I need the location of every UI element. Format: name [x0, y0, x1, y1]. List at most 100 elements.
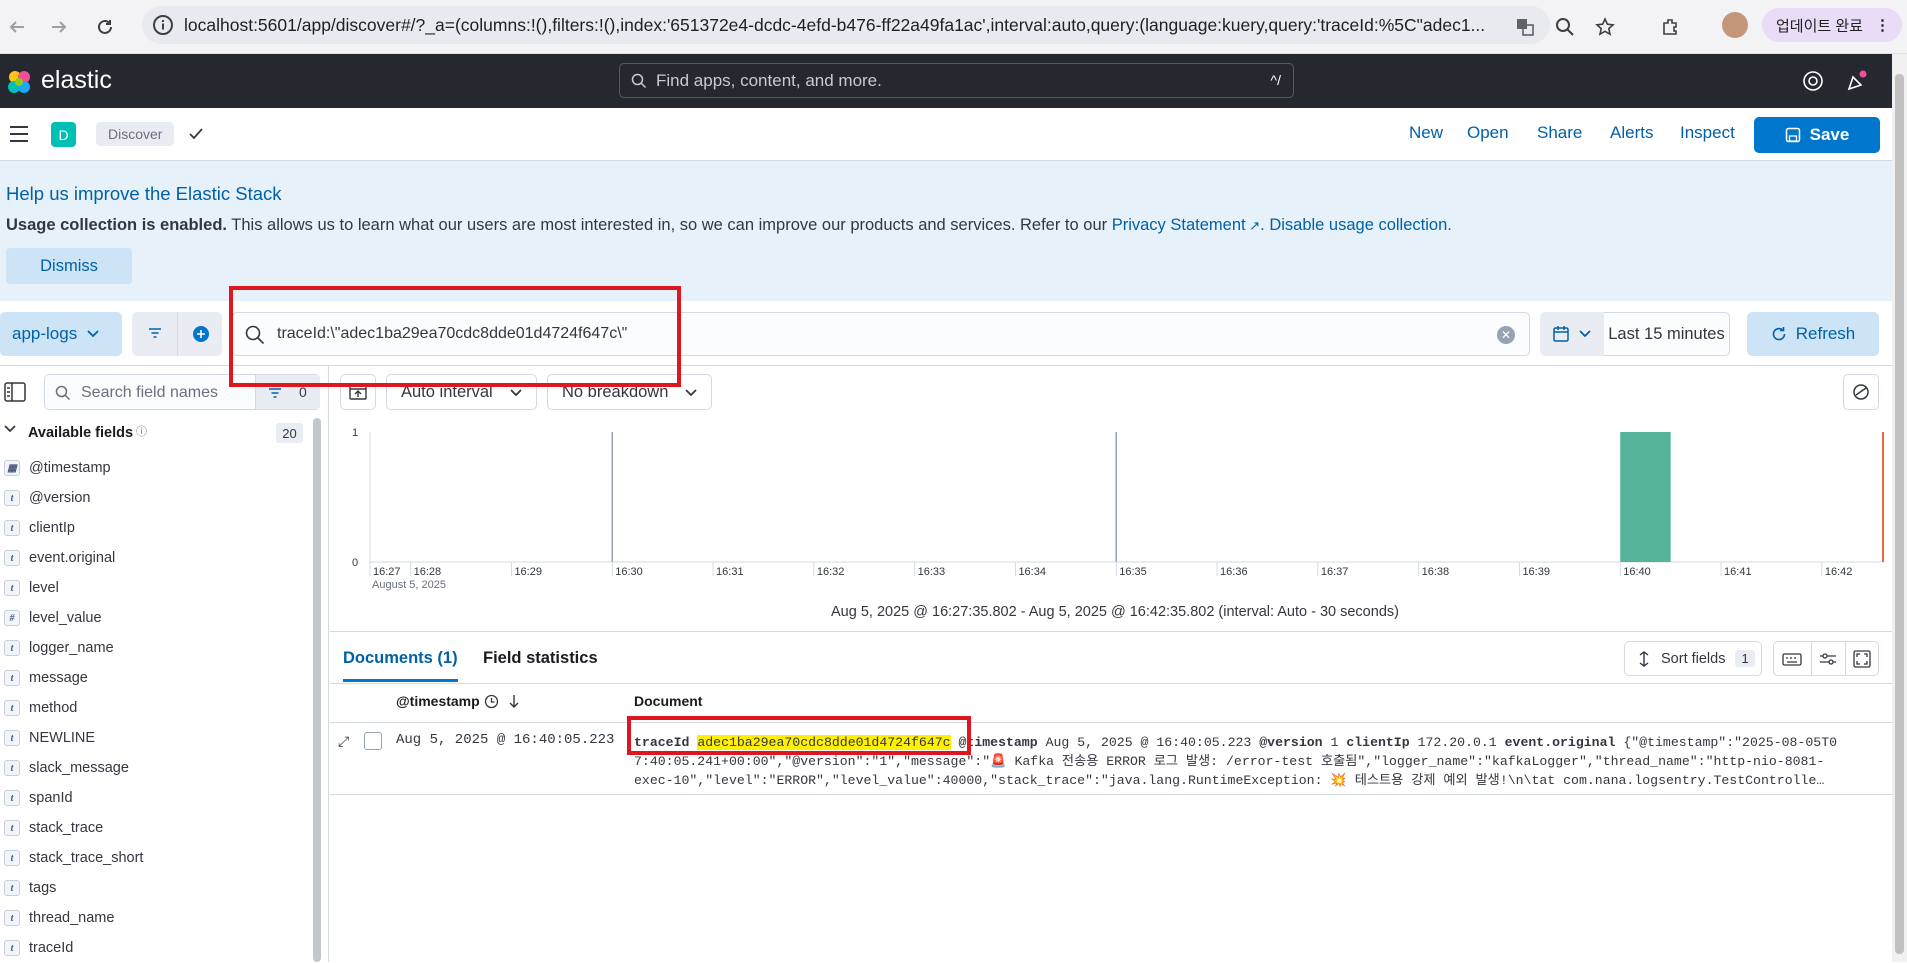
help-icon[interactable]: [1802, 70, 1824, 92]
news-feed-icon[interactable]: [1845, 69, 1869, 93]
text-field-icon: t: [4, 940, 20, 956]
share-link[interactable]: Share: [1537, 123, 1582, 143]
row-checkbox[interactable]: [364, 732, 382, 750]
address-bar[interactable]: localhost:5601/app/discover#/?_a=(column…: [142, 6, 1550, 44]
column-header-timestamp[interactable]: @timestamp: [396, 693, 480, 709]
available-fields-count: 20: [276, 423, 303, 443]
inspect-link[interactable]: Inspect: [1680, 123, 1735, 143]
disable-usage-link[interactable]: Disable usage collection.: [1269, 216, 1452, 234]
x-tick-label: 16:30: [615, 566, 643, 578]
display-options-icon[interactable]: [1818, 650, 1838, 668]
menu-hamburger-icon[interactable]: [9, 125, 29, 143]
update-button[interactable]: 업데이트 완료 ⋮: [1762, 8, 1902, 42]
refresh-button[interactable]: Refresh: [1747, 312, 1879, 356]
external-link-icon: ↗: [1245, 218, 1261, 233]
tab-field-statistics[interactable]: Field statistics: [483, 646, 598, 682]
global-search-placeholder: Find apps, content, and more.: [656, 70, 882, 90]
global-search-input[interactable]: Find apps, content, and more. ^/: [619, 63, 1294, 98]
field-item[interactable]: t message: [0, 663, 310, 693]
field-item[interactable]: t event.original: [0, 543, 310, 573]
field-item[interactable]: t traceId: [0, 933, 310, 963]
doc-key-event-original: event.original: [1504, 735, 1616, 750]
space-avatar[interactable]: D: [51, 122, 76, 147]
new-link[interactable]: New: [1409, 123, 1443, 143]
breadcrumb-discover[interactable]: Discover: [96, 122, 175, 146]
profile-avatar[interactable]: [1722, 12, 1748, 38]
annotation-traceid-box: [627, 716, 971, 755]
field-item[interactable]: t method: [0, 693, 310, 723]
zoom-icon[interactable]: [1550, 12, 1580, 42]
reload-icon[interactable]: [90, 12, 120, 42]
date-quick-menu[interactable]: [1540, 312, 1604, 356]
elastic-logo-icon[interactable]: [6, 69, 32, 95]
field-name: traceId: [29, 940, 74, 956]
sort-icon: [1637, 651, 1651, 667]
keyboard-icon[interactable]: [1782, 650, 1802, 668]
field-item[interactable]: t stack_trace: [0, 813, 310, 843]
toggle-sidebar-icon[interactable]: [4, 382, 26, 402]
histogram-chart[interactable]: 1 0 16:27 16:28 16:29 16:30 16:31 16:32 16:33 16:…: [340, 422, 1892, 594]
time-range-picker[interactable]: Last 15 minutes: [1604, 312, 1730, 356]
x-tick-label: 16:42: [1825, 566, 1853, 578]
field-item[interactable]: t thread_name: [0, 903, 310, 933]
forward-icon[interactable]: [44, 12, 74, 42]
y-tick-label: 1: [352, 427, 358, 439]
open-link[interactable]: Open: [1467, 123, 1509, 143]
expand-row-icon[interactable]: ⤢: [338, 733, 349, 750]
page-scrollbar-thumb[interactable]: [1895, 74, 1904, 954]
field-name: level: [29, 580, 59, 596]
field-item[interactable]: t @version: [0, 483, 310, 513]
chevron-down-icon[interactable]: [4, 425, 16, 433]
field-item[interactable]: t spanId: [0, 783, 310, 813]
available-fields-title[interactable]: Available fields: [28, 425, 133, 441]
clear-query-icon[interactable]: ✕: [1497, 326, 1515, 344]
sidebar-scrollbar[interactable]: [313, 418, 321, 962]
field-item[interactable]: # level_value: [0, 603, 310, 633]
filter-icon[interactable]: [148, 327, 162, 339]
info-icon[interactable]: ⓘ: [136, 423, 147, 439]
data-view-picker[interactable]: app-logs: [0, 312, 122, 356]
field-item[interactable]: t slack_message: [0, 753, 310, 783]
fullscreen-icon[interactable]: [1852, 649, 1872, 669]
field-name: stack_trace: [29, 820, 104, 836]
dismiss-button[interactable]: Dismiss: [6, 248, 132, 284]
chevron-down-icon: [510, 389, 522, 397]
chart-options-icon[interactable]: [1843, 374, 1879, 410]
table-row[interactable]: ⤢ Aug 5, 2025 @ 16:40:05.223 traceId ade…: [330, 723, 1892, 795]
browser-toolbar: localhost:5601/app/discover#/?_a=(column…: [0, 0, 1907, 54]
sort-fields-count: 1: [1735, 650, 1755, 667]
privacy-statement-link[interactable]: Privacy Statement: [1112, 216, 1246, 234]
x-tick-label: 16:28: [414, 566, 442, 578]
callout-body: Usage collection is enabled. This allows…: [6, 216, 1452, 234]
x-tick-label: 16:40: [1623, 566, 1651, 578]
x-tick-label: 16:33: [918, 566, 946, 578]
tab-documents[interactable]: Documents (1): [343, 646, 458, 682]
column-header-document[interactable]: Document: [634, 693, 702, 709]
field-item[interactable]: ▦ @timestamp: [0, 453, 310, 483]
sort-fields-button[interactable]: Sort fields 1: [1624, 641, 1762, 676]
field-item[interactable]: t stack_trace_short: [0, 843, 310, 873]
grid-controls: [1773, 641, 1879, 676]
check-icon: [188, 127, 204, 141]
field-item[interactable]: t tags: [0, 873, 310, 903]
alerts-link[interactable]: Alerts: [1610, 123, 1653, 143]
save-button[interactable]: Save: [1754, 117, 1880, 153]
elastic-header: elastic Find apps, content, and more. ^/: [0, 54, 1892, 108]
add-filter-icon[interactable]: [192, 325, 210, 343]
text-field-icon: t: [4, 700, 20, 716]
field-item[interactable]: t NEWLINE: [0, 723, 310, 753]
field-name: clientIp: [29, 520, 75, 536]
field-item[interactable]: t clientIp: [0, 513, 310, 543]
bookmark-star-icon[interactable]: [1590, 12, 1620, 42]
field-item[interactable]: t logger_name: [0, 633, 310, 663]
extensions-icon[interactable]: [1656, 12, 1686, 42]
page-scrollbar[interactable]: [1892, 54, 1907, 962]
back-icon[interactable]: [2, 12, 32, 42]
sort-descending-icon[interactable]: [508, 694, 520, 708]
doc-value-event-original: {"@timestamp":"2025-08-05T0: [1623, 735, 1838, 750]
text-field-icon: t: [4, 580, 20, 596]
site-info-icon[interactable]: [152, 14, 174, 36]
translate-icon[interactable]: [1510, 12, 1540, 42]
field-item[interactable]: t level: [0, 573, 310, 603]
more-vert-icon: ⋮: [1874, 17, 1890, 34]
